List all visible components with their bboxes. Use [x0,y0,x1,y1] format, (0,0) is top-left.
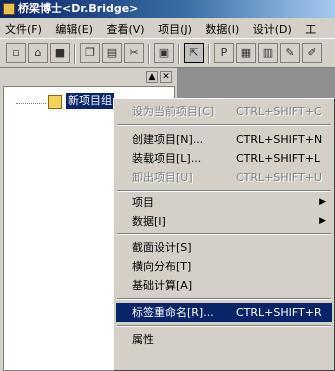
menu-item-shortcut: CTRL+SHIFT+U [236,171,323,184]
save-icon[interactable]: ■ [50,43,70,63]
menu-separator [117,233,331,235]
tool-icon[interactable]: ▥ [258,43,278,63]
menu-separator [117,298,331,300]
toolbar-separator [208,44,210,64]
p-tool-icon[interactable]: P [214,43,234,63]
menu-design[interactable]: 设计(D) [248,18,297,38]
menu-item-data[interactable]: 数据[I] ▶ [116,212,332,231]
open-folder-icon[interactable]: ⌂ [28,43,48,63]
cut-icon[interactable]: ✂ [124,43,144,63]
project-group-icon [48,95,62,109]
menu-item-label: 装载项目[L]... [132,152,202,165]
submenu-arrow-icon: ▶ [319,197,326,207]
menu-item-label: 属性 [132,333,154,346]
menu-item-label: 卸出项目[U] [132,171,193,184]
edit-icon[interactable]: ✐ [302,43,322,63]
menu-separator [117,124,331,126]
app-icon [3,3,15,15]
menu-item-label: 设为当前项目[C] [132,105,215,118]
menu-item-load-project[interactable]: 装载项目[L]... CTRL+SHIFT+L [116,149,332,168]
menu-item-unload-project[interactable]: 卸出项目[U] CTRL+SHIFT+U [116,168,332,187]
menu-separator [117,190,331,192]
menu-item-set-current[interactable]: 设为当前项目[C] CTRL+SHIFT+C [116,102,332,121]
submenu-arrow-icon: ▶ [319,216,326,226]
menu-item-create-project[interactable]: 创建项目[N]... CTRL+SHIFT+N [116,130,332,149]
menu-item-shortcut: CTRL+SHIFT+L [236,152,321,165]
run-icon[interactable]: ⇱ [184,43,204,63]
menu-item-label: 截面设计[S] [132,241,192,254]
tree-connector [16,103,46,104]
menu-item-lateral-distribution[interactable]: 横向分布[T] [116,257,332,276]
menu-view[interactable]: 查看(V) [101,18,149,38]
toolbar-separator [148,44,150,64]
toolbar-separator [178,44,180,64]
menu-project[interactable]: 项目(J) [153,18,197,38]
menu-item-shortcut: CTRL+SHIFT+R [236,306,322,319]
window-title: 桥梁博士<Dr.Bridge> [18,2,139,15]
title-bar: 桥梁博士<Dr.Bridge> [0,0,335,18]
paste-icon[interactable]: ▤ [102,43,122,63]
menu-item-label: 数据[I] [132,215,166,228]
tree-item-new-group[interactable]: 新项目组 [66,93,114,109]
grid-icon[interactable]: ▦ [236,43,256,63]
menu-data[interactable]: 数据(I) [200,18,244,38]
menu-item-label: 横向分布[T] [132,260,192,273]
menu-item-project[interactable]: 项目 ▶ [116,193,332,212]
menu-item-shortcut: CTRL+SHIFT+N [236,133,323,146]
menu-item-label: 项目 [132,196,154,209]
menu-item-properties[interactable]: 属性 [116,330,332,349]
menu-item-label: 创建项目[N]... [132,133,204,146]
context-menu: 设为当前项目[C] CTRL+SHIFT+C 创建项目[N]... CTRL+S… [113,98,335,371]
menu-item-shortcut: CTRL+SHIFT+C [236,105,322,118]
menu-file[interactable]: 文件(F) [0,18,47,38]
panel-minimize-button[interactable]: ▲ [146,71,158,83]
menu-edit[interactable]: 编辑(E) [50,18,98,38]
new-file-icon[interactable]: ▫ [6,43,26,63]
toolbar-separator [74,44,76,64]
menu-item-rename-label[interactable]: 标签重命名[R]... CTRL+SHIFT+R [116,303,332,322]
menu-item-foundation-calc[interactable]: 基础计算[A] [116,276,332,295]
panel-close-button[interactable]: ✕ [160,71,172,83]
menu-item-label: 基础计算[A] [132,279,193,292]
toolbar: ▫ ⌂ ■ ❐ ▤ ✂ ▣ ⇱ P ▦ ▥ ✎ ✐ [0,38,335,68]
menu-tools[interactable]: 工 [300,18,321,38]
pen-icon[interactable]: ✎ [280,43,300,63]
menu-item-label: 标签重命名[R]... [132,306,214,319]
menu-bar: 文件(F) 编辑(E) 查看(V) 项目(J) 数据(I) 设计(D) 工 [0,18,335,38]
menu-item-section-design[interactable]: 截面设计[S] [116,238,332,257]
copy-icon[interactable]: ❐ [80,43,100,63]
print-icon[interactable]: ▣ [154,43,174,63]
panel-header: ▲ ✕ [0,68,177,86]
menu-separator [117,325,331,327]
